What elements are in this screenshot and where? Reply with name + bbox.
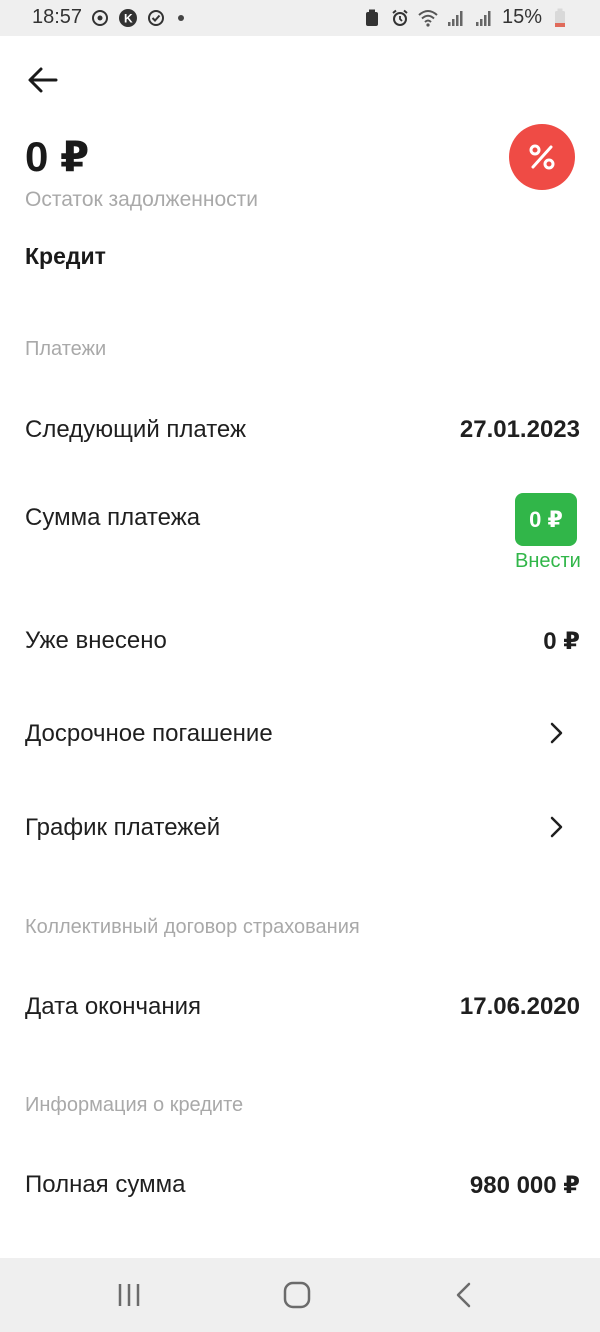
full-sum-label: Полная сумма [25, 1171, 186, 1198]
already-paid-value: 0 ₽ [543, 628, 580, 655]
debt-amount: 0 ₽ [25, 133, 90, 180]
insurance-end-label: Дата окончания [25, 993, 202, 1020]
section-title-payments: Платежи [25, 338, 107, 360]
status-left: 18:57 K [32, 6, 185, 29]
next-payment-value: 27.01.2023 [459, 416, 580, 443]
pay-amount-button[interactable]: 0 ₽ [515, 493, 577, 546]
svg-text:K: K [124, 11, 133, 25]
battery-icon [550, 8, 570, 28]
system-back-button[interactable] [448, 1278, 482, 1312]
back-icon [456, 1282, 471, 1308]
home-icon [283, 1281, 311, 1309]
back-button[interactable] [26, 62, 62, 98]
signal-icon [474, 8, 494, 28]
early-repayment-row[interactable]: Досрочное погашение [25, 720, 273, 748]
navigation-bar [0, 1258, 600, 1332]
percent-button[interactable] [509, 124, 575, 190]
recent-apps-icon [118, 1284, 140, 1306]
dot-icon [178, 14, 185, 21]
debt-amount-label: Остаток задолженности [25, 188, 258, 211]
section-title-insurance: Коллективный договор страхования [25, 916, 360, 938]
next-payment-label: Следующий платеж [25, 416, 247, 443]
wifi-icon [418, 8, 438, 28]
payment-schedule-row[interactable]: График платежей [25, 814, 220, 842]
home-button[interactable] [280, 1278, 314, 1312]
percent-icon [529, 144, 555, 170]
product-name: Кредит [25, 243, 106, 269]
arrow-left-icon [28, 67, 58, 93]
section-title-credit-info: Информация о кредите [25, 1094, 244, 1116]
insurance-end-value: 17.06.2020 [459, 993, 580, 1020]
status-bar: 18:57 K 15% [0, 0, 600, 36]
pay-link[interactable]: Внести [515, 550, 581, 573]
battery-saver-icon [362, 8, 382, 28]
status-time: 18:57 [32, 6, 83, 28]
alarm-icon [390, 8, 410, 28]
recent-apps-button[interactable] [112, 1278, 146, 1312]
status-right: 15% [362, 6, 570, 29]
chevron-right-icon[interactable] [544, 721, 568, 745]
already-paid-label: Уже внесено [25, 627, 167, 654]
sync-icon [90, 8, 110, 28]
check-icon [146, 8, 166, 28]
signal-icon [446, 8, 466, 28]
full-sum-value: 980 000 ₽ [469, 1172, 580, 1199]
chevron-right-icon[interactable] [544, 815, 568, 839]
payment-sum-label: Сумма платежа [25, 504, 201, 531]
k-icon: K [118, 8, 138, 28]
battery-percent: 15% [501, 6, 542, 28]
